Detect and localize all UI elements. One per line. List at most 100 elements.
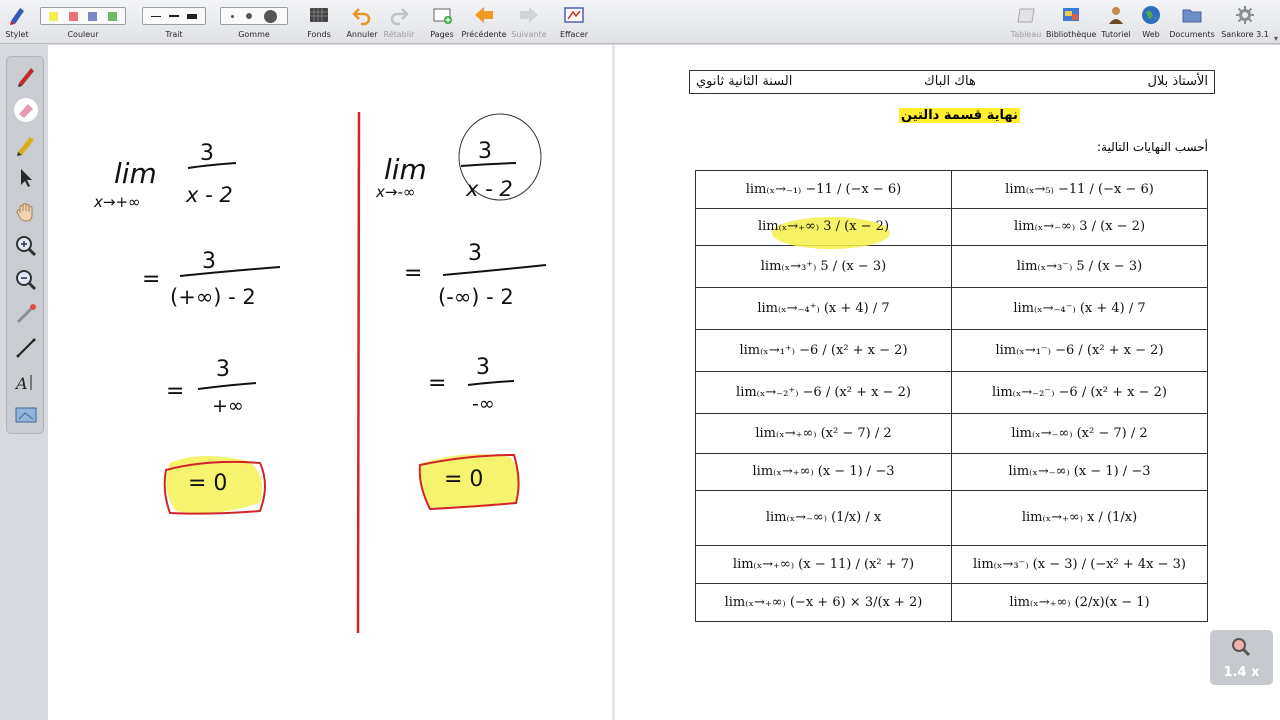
fraction-denominator-2c: -∞ <box>472 393 495 415</box>
marker-icon[interactable] <box>13 131 39 157</box>
tutorial-button[interactable]: Tutoriel <box>1098 0 1134 44</box>
swatch-green[interactable] <box>107 11 117 21</box>
pages-button[interactable]: Pages <box>426 0 458 44</box>
fraction-numerator-1b: 3 <box>202 249 216 274</box>
stroke-thick[interactable] <box>187 13 197 19</box>
zoom-in-icon[interactable] <box>13 233 39 259</box>
undo-button[interactable]: Annuler <box>344 0 380 44</box>
swatch-blue[interactable] <box>88 11 98 21</box>
fraction-denominator-1b: (+∞) - 2 <box>170 285 256 309</box>
pen-tool-button[interactable]: Stylet <box>2 0 32 44</box>
undo-label: Annuler <box>346 30 378 39</box>
arrow-right-icon <box>520 7 538 23</box>
redo-label: Rétablir <box>383 30 415 39</box>
undo-icon <box>352 8 371 26</box>
zoom-level: 1.4 x <box>1223 665 1260 680</box>
eraser-large[interactable] <box>264 9 277 23</box>
pen-icon <box>10 8 24 25</box>
eraser-size-picker[interactable]: Gomme <box>218 0 290 44</box>
whiteboard-page[interactable]: lim x→+∞ 3 x - 2 = 3 (+∞) - 2 = 3 +∞ = 0… <box>48 45 612 720</box>
background-grid-icon <box>310 8 328 22</box>
table-cell: lim₍ₓ→₋₄⁺₎ (x + 4) / 7 <box>695 287 952 330</box>
line-icon[interactable] <box>13 335 39 361</box>
swatch-yellow[interactable] <box>49 11 59 21</box>
zoom-icon <box>1232 638 1251 657</box>
web-button[interactable]: Web <box>1136 0 1166 44</box>
zoom-indicator[interactable]: 1.4 x <box>1210 630 1273 685</box>
table-cell: lim₍ₓ→₃⁺₎ 5 / (x − 3) <box>695 245 952 288</box>
table-cell: lim₍ₓ→₊∞₎ (−x + 6) × 3/(x + 2) <box>695 583 952 622</box>
chevron-down-icon[interactable]: ▾ <box>1274 34 1278 43</box>
limits-table: lim₍ₓ→₋₁₎ −11 / (−x − 6) lim₍ₓ→₅₎ −11 / … <box>695 170 1208 622</box>
stroke-label: Trait <box>165 30 183 39</box>
equals-sign-1c: = <box>166 379 185 404</box>
eraser-label: Gomme <box>238 30 270 39</box>
fraction-numerator-2c: 3 <box>476 355 490 380</box>
top-toolbar: Stylet Couleur Trait Gomme Fonds Annuler <box>0 0 1280 44</box>
globe-icon <box>1142 6 1160 24</box>
table-cell: lim₍ₓ→₊∞₎ (x − 11) / (x² + 7) <box>695 545 952 584</box>
lim-word-2: lim <box>384 153 427 186</box>
limit-expression: lim₍ₓ→₊∞₎ (x − 1) / −3 <box>752 464 895 480</box>
redo-button[interactable]: Rétablir <box>382 0 416 44</box>
table-cell: lim₍ₓ→₁⁻₎ −6 / (x² + x − 2) <box>951 329 1208 372</box>
folder-icon <box>1182 9 1202 23</box>
background-button[interactable]: Fonds <box>302 0 336 44</box>
tutorial-person-icon <box>1109 7 1123 24</box>
next-page-button[interactable]: Suivante <box>510 0 548 44</box>
table-cell: lim₍ₓ→₊∞₎ 3 / (x − 2) <box>695 208 952 249</box>
color-swatches <box>40 7 126 25</box>
stroke-medium[interactable] <box>169 15 179 17</box>
swatch-red[interactable] <box>68 11 78 21</box>
color-picker[interactable]: Couleur <box>38 0 128 44</box>
table-row: lim₍ₓ→₁⁺₎ −6 / (x² + x − 2) lim₍ₓ→₁⁻₎ −6… <box>695 329 1208 372</box>
pen-icon[interactable] <box>13 63 39 89</box>
hand-icon[interactable] <box>13 199 39 225</box>
eraser-icon[interactable] <box>13 97 39 123</box>
documents-label: Documents <box>1169 30 1215 39</box>
text-icon[interactable]: A <box>13 369 39 395</box>
eraser-medium[interactable] <box>246 13 252 19</box>
limit-expression: lim₍ₓ→₋₂⁺₎ −6 / (x² + x − 2) <box>736 384 911 400</box>
fraction-numerator-2a: 3 <box>478 139 492 164</box>
app-menu-button[interactable]: Sankore 3.1 <box>1218 0 1272 44</box>
table-row: lim₍ₓ→₋₄⁺₎ (x + 4) / 7 lim₍ₓ→₋₄⁻₎ (x + 4… <box>695 287 1208 330</box>
table-row: lim₍ₓ→₋₂⁺₎ −6 / (x² + x − 2) lim₍ₓ→₋₂⁻₎ … <box>695 371 1208 414</box>
limit-expression: lim₍ₓ→₊∞₎ (x² − 7) / 2 <box>755 425 892 441</box>
laser-pointer-icon[interactable] <box>13 301 39 327</box>
documents-button[interactable]: Documents <box>1168 0 1216 44</box>
clear-label: Effacer <box>559 30 589 39</box>
limit-expression: lim₍ₓ→₃⁻₎ (x − 3) / (−x² + 4x − 3) <box>973 556 1186 572</box>
document-page[interactable]: الأستاذ بلال هاك الباك السنة الثانية ثان… <box>615 45 1280 720</box>
limit-expression: lim₍ₓ→₋₁₎ −11 / (−x − 6) <box>745 181 902 197</box>
fraction-numerator-1a: 3 <box>200 141 214 166</box>
table-row: lim₍ₓ→₊∞₎ (x − 1) / −3 lim₍ₓ→₋∞₎ (x − 1)… <box>695 453 1208 491</box>
fraction-numerator-1c: 3 <box>216 357 230 382</box>
library-button[interactable]: Bibliothèque <box>1046 0 1096 44</box>
limit-expression: lim₍ₓ→₊∞₎ 3 / (x − 2) <box>757 219 890 235</box>
equals-sign-1b: = <box>142 267 161 292</box>
stroke-thin[interactable] <box>151 15 161 17</box>
fraction-denominator-1a: x - 2 <box>186 183 233 207</box>
table-cell: lim₍ₓ→₊∞₎ (x − 1) / −3 <box>695 453 952 491</box>
limit-expression: lim₍ₓ→₋₂⁻₎ −6 / (x² + x − 2) <box>992 384 1167 400</box>
board-mode-button[interactable]: Tableau <box>1008 0 1044 44</box>
clear-button[interactable]: Effacer <box>556 0 592 44</box>
table-cell: lim₍ₓ→₋∞₎ (1/x) / x <box>695 490 952 546</box>
pages-label: Pages <box>430 30 454 39</box>
limit-expression: lim₍ₓ→₊∞₎ (−x + 6) × 3/(x + 2) <box>724 594 923 610</box>
handwriting-strokes <box>163 111 547 634</box>
eraser-small[interactable] <box>231 14 234 18</box>
result-1: = 0 <box>188 471 228 496</box>
stroke-options <box>142 7 206 25</box>
table-cell: lim₍ₓ→₊∞₎ x / (1/x) <box>951 490 1208 546</box>
limit-expression: lim₍ₓ→₋₄⁺₎ (x + 4) / 7 <box>757 300 890 316</box>
zoom-out-icon[interactable] <box>13 267 39 293</box>
pointer-icon[interactable] <box>13 165 39 191</box>
table-cell: lim₍ₓ→₋₂⁺₎ −6 / (x² + x − 2) <box>695 371 952 414</box>
stroke-picker[interactable]: Trait <box>140 0 208 44</box>
lim-subscript-1: x→+∞ <box>94 193 141 211</box>
table-row: lim₍ₓ→₊∞₎ (−x + 6) × 3/(x + 2) lim₍ₓ→₊∞₎… <box>695 583 1208 622</box>
previous-page-button[interactable]: Précédente <box>460 0 508 44</box>
capture-icon[interactable] <box>13 403 39 429</box>
